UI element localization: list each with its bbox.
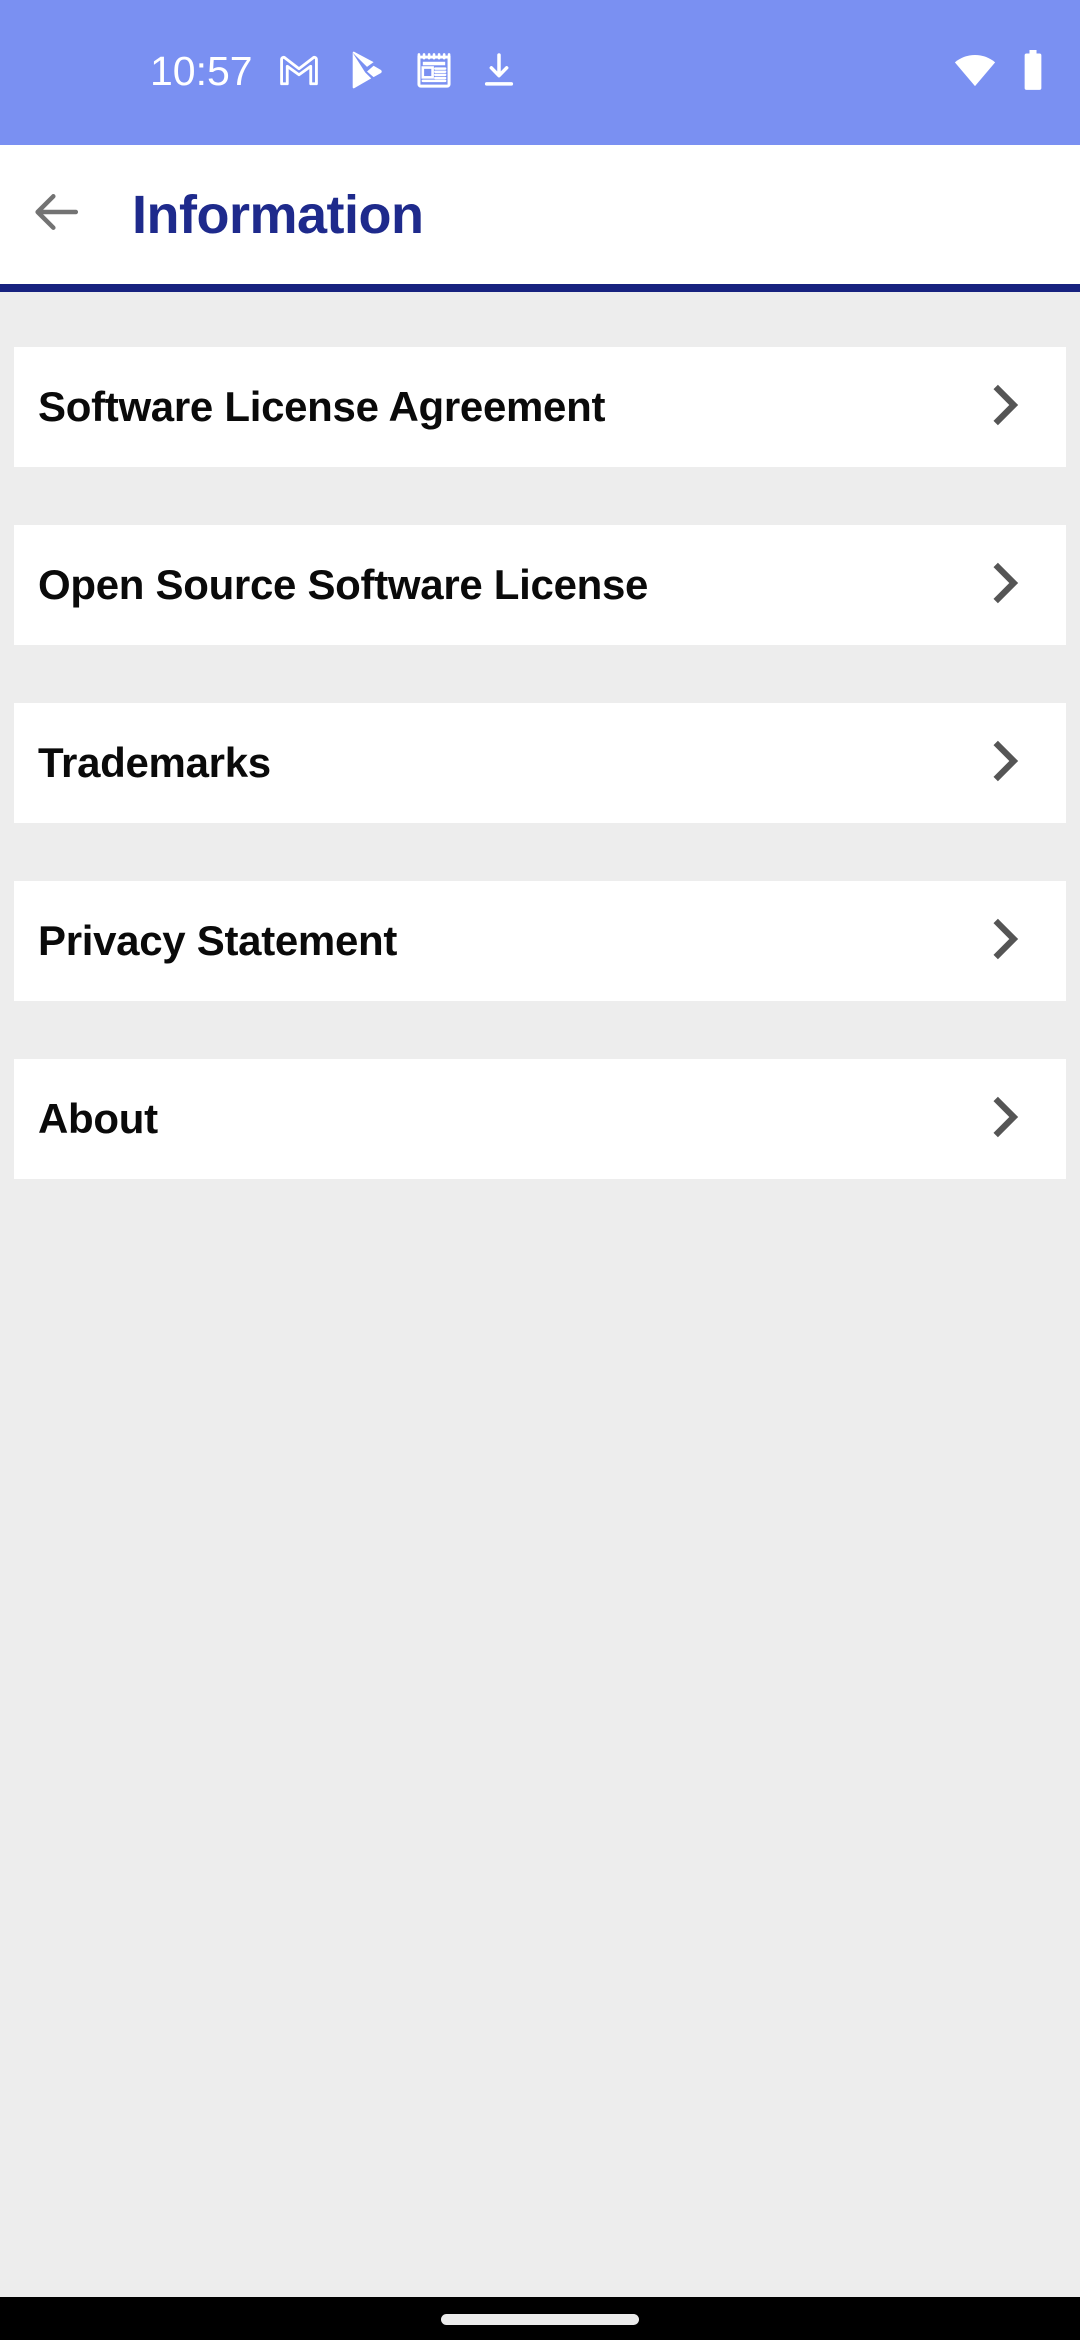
news-icon <box>413 49 455 96</box>
chevron-right-icon <box>980 736 1030 791</box>
gmail-icon <box>277 48 321 97</box>
list-item-software-license-agreement[interactable]: Software License Agreement <box>14 347 1066 467</box>
status-bar-clock: 10:57 <box>150 48 253 94</box>
phone-screen: 10:57 Information Software License Agree… <box>0 0 1080 2340</box>
status-bar-left: 10:57 <box>150 48 519 97</box>
download-icon <box>479 50 519 95</box>
status-bar-right <box>952 47 1046 98</box>
wifi-icon <box>952 47 998 98</box>
status-bar: 10:57 <box>0 0 1080 145</box>
list-item-label: Privacy Statement <box>38 917 398 964</box>
chevron-right-icon <box>980 380 1030 435</box>
list-item-about[interactable]: About <box>14 1059 1066 1179</box>
list-item-label: About <box>38 1095 158 1142</box>
chevron-right-icon <box>980 914 1030 969</box>
list-item-label: Software License Agreement <box>38 383 606 430</box>
page-title: Information <box>132 184 424 245</box>
chevron-right-icon <box>980 1092 1030 1147</box>
information-list: Software License Agreement Open Source S… <box>0 300 1080 1179</box>
navigation-bar <box>0 2297 1080 2340</box>
list-item-label: Trademarks <box>38 739 271 786</box>
app-bar: Information <box>0 145 1080 292</box>
play-store-icon <box>345 48 389 97</box>
list-item-open-source-software-license[interactable]: Open Source Software License <box>14 525 1066 645</box>
list-item-label: Open Source Software License <box>38 561 649 608</box>
home-indicator[interactable] <box>441 2314 639 2325</box>
back-arrow-icon <box>27 183 85 246</box>
back-button[interactable] <box>0 141 112 288</box>
list-item-trademarks[interactable]: Trademarks <box>14 703 1066 823</box>
list-item-privacy-statement[interactable]: Privacy Statement <box>14 881 1066 1001</box>
chevron-right-icon <box>980 558 1030 613</box>
battery-icon <box>1020 47 1046 98</box>
